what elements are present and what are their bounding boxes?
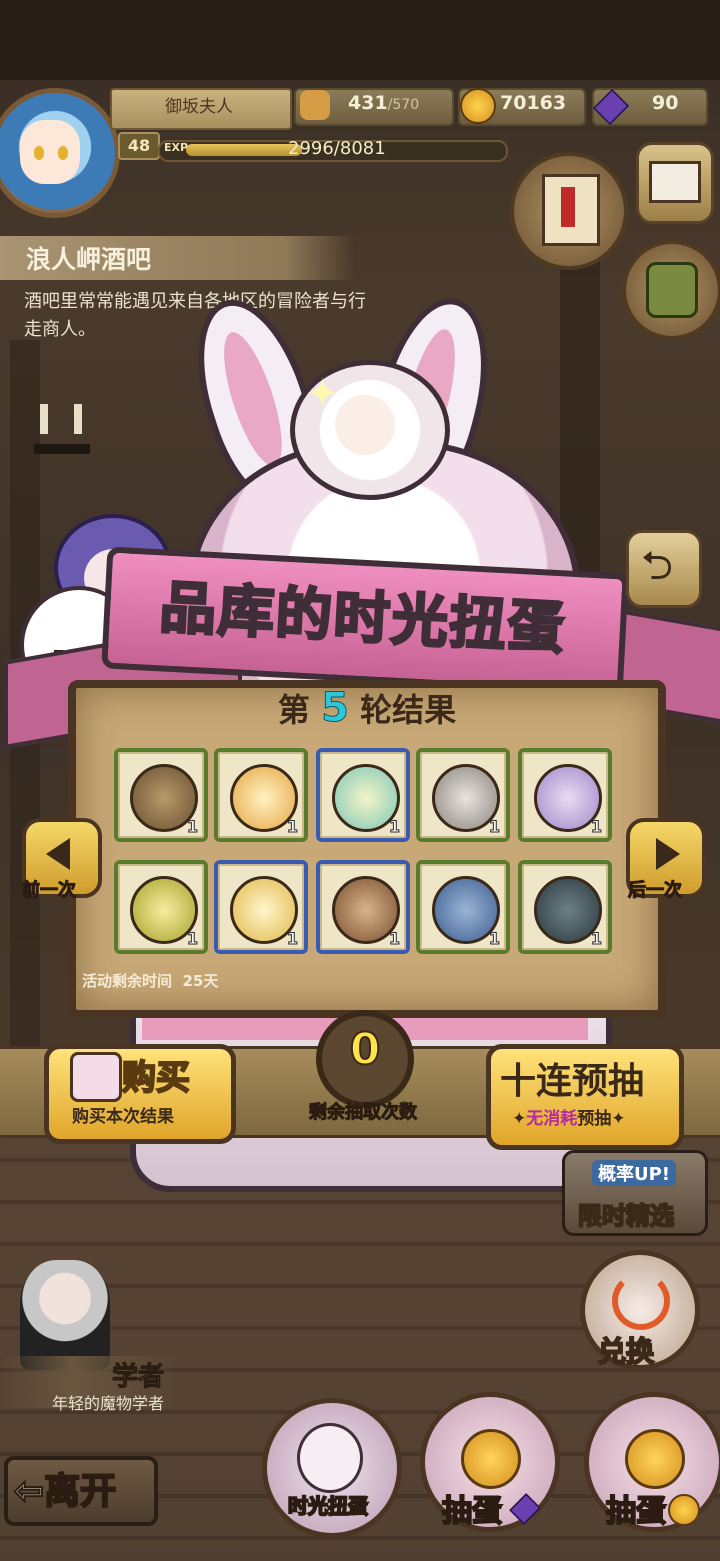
bread-icon <box>300 90 330 120</box>
slot-count: 1 <box>186 929 198 949</box>
buy-sub-label: 购买本次结果 <box>72 1107 174 1127</box>
npc-name: 学者 <box>111 1362 165 1393</box>
sparkle-icon: ✦ <box>306 371 340 417</box>
title-part1: 品库的 <box>157 574 337 651</box>
result-slot[interactable]: 1 <box>316 748 410 842</box>
leave-label: ⇦离开 <box>13 1462 117 1514</box>
rate-up-badge: 概率UP! <box>592 1160 677 1186</box>
exp-value: 2996/8081 <box>288 138 386 159</box>
round-title: 第 5 轮结果 <box>68 685 666 732</box>
round-number: 5 <box>321 685 350 732</box>
result-slot[interactable]: 1 <box>316 860 410 954</box>
result-slot[interactable]: 1 <box>518 748 612 842</box>
next-label: 后一次 <box>628 880 683 902</box>
return-icon: ⮌ <box>641 543 674 589</box>
ten-draw-sub-highlight: 无消耗 <box>526 1109 578 1129</box>
title-highlight: 时光 <box>331 583 453 657</box>
stamina-current: 431 <box>348 92 388 114</box>
result-slot[interactable]: 1 <box>416 748 510 842</box>
tab-time-gacha-label: 时光扭蛋 <box>287 1493 369 1519</box>
bunny-capsule-icon <box>297 1423 363 1493</box>
buy-label: 购买 <box>121 1057 191 1099</box>
title-part2: 扭蛋 <box>446 589 568 663</box>
slot-count: 1 <box>186 817 198 837</box>
back-button[interactable]: ⮌ <box>626 530 702 608</box>
result-slot[interactable]: 1 <box>416 860 510 954</box>
result-slot[interactable]: 1 <box>114 748 208 842</box>
mail-button[interactable] <box>636 142 714 224</box>
slot-count: 1 <box>286 817 298 837</box>
location-description: 酒吧里常常能遇见来自各地区的冒险者与行走商人。 <box>24 291 366 340</box>
player-level: 48 <box>118 132 160 160</box>
slot-count: 1 <box>388 929 400 949</box>
slot-count: 1 <box>488 817 500 837</box>
result-slot[interactable]: 1 <box>214 748 308 842</box>
slot-count: 1 <box>286 929 298 949</box>
player-name: 御坂夫人 <box>165 97 233 117</box>
ten-draw-sub: ✦无消耗预抽✦ <box>512 1109 626 1129</box>
ten-draw-label: 十连预抽 <box>500 1061 645 1102</box>
round-suffix: 轮结果 <box>360 691 457 729</box>
gold-value: 70163 <box>500 92 567 114</box>
exchange-icon <box>612 1272 670 1330</box>
gacha-capsule-icon <box>461 1429 521 1489</box>
chevron-right-icon <box>656 838 680 870</box>
timer-label: 活动剩余时间 <box>82 972 173 990</box>
remaining-draws-count: 0 <box>349 1023 382 1076</box>
stamina-max: /570 <box>387 97 420 113</box>
gold-coin-icon <box>668 1494 700 1526</box>
event-timer: 活动剩余时间 25天 <box>82 970 218 991</box>
exp-tag: EXP <box>164 141 189 154</box>
round-prefix: 第 <box>277 691 310 729</box>
ten-draw-sub-text: 预抽 <box>577 1109 612 1129</box>
slot-count: 1 <box>590 817 602 837</box>
exp-bar-fill <box>186 144 302 156</box>
backpack-icon <box>646 262 698 318</box>
gold-coin-icon <box>460 88 496 124</box>
avatar-face <box>20 120 80 184</box>
bunny-ticket-icon <box>70 1052 122 1102</box>
arrow-left-icon: ⇦ <box>13 1470 45 1513</box>
timer-value: 25天 <box>182 972 219 990</box>
npc-title: 年轻的魔物学者 <box>52 1394 165 1413</box>
prev-label: 前一次 <box>22 880 77 902</box>
remaining-draws-label: 剩余抽取次数 <box>309 1102 418 1124</box>
limited-pick-label: 限时精选 <box>577 1201 675 1231</box>
quest-scroll-button[interactable] <box>510 152 628 270</box>
mail-icon <box>649 161 701 203</box>
backpack-button[interactable] <box>622 240 720 340</box>
slot-count: 1 <box>488 929 500 949</box>
slot-count: 1 <box>590 929 602 949</box>
scroll-icon <box>542 174 600 246</box>
result-slot[interactable]: 1 <box>518 860 612 954</box>
gem-value: 90 <box>652 92 679 114</box>
stamina-value: 431/570 <box>348 92 419 114</box>
candle-sconce-icon <box>34 404 94 504</box>
chevron-left-icon <box>46 838 70 870</box>
top-beam <box>0 0 720 80</box>
scholar-npc-sprite[interactable] <box>20 1260 110 1370</box>
location-title: 浪人岬酒吧 <box>26 245 152 274</box>
gacha-capsule-icon <box>625 1429 685 1489</box>
result-slot[interactable]: 1 <box>214 860 308 954</box>
result-slot[interactable]: 1 <box>114 860 208 954</box>
leave-text: 离开 <box>43 1470 117 1513</box>
exchange-label: 兑换 <box>597 1334 655 1369</box>
slot-count: 1 <box>388 817 400 837</box>
tab-gem-draw-label: 抽蛋 <box>441 1493 503 1530</box>
